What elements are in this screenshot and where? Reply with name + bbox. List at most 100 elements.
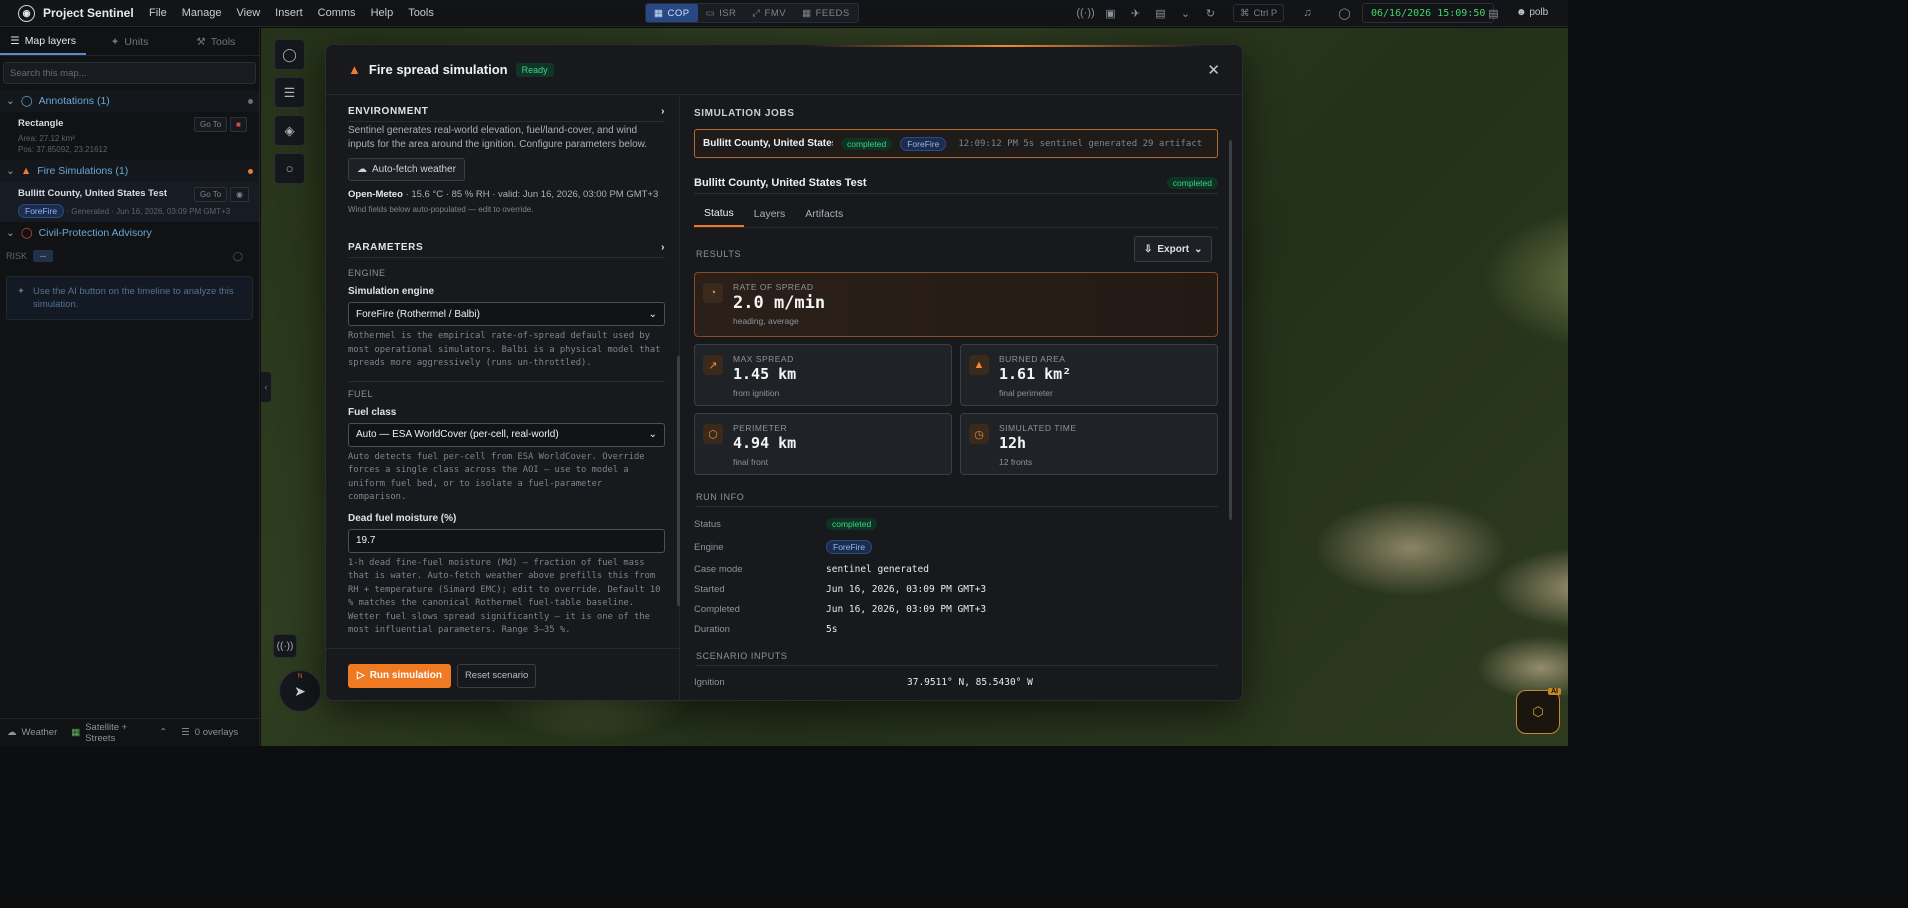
tab-layers[interactable]: Layers [744, 200, 796, 227]
username: polb [1529, 7, 1549, 18]
chat-icon[interactable]: ○ [274, 153, 305, 184]
detail-header: Bullitt County, United States Test compl… [694, 172, 1218, 194]
config-panel: ENVIRONMENT › Sentinel generates real-wor… [326, 96, 680, 700]
moisture-label: Dead fuel moisture (%) [348, 512, 457, 524]
annotations-header[interactable]: ⌄ ◯ Annotations (1) [0, 90, 259, 112]
eye-icon[interactable]: ◉ [230, 187, 249, 202]
stat-simulated-time: ◷ SIMULATED TIME 12h 12 fronts [960, 413, 1218, 475]
annotation-area: Area: 27.12 km² [18, 134, 75, 143]
parameters-section[interactable]: PARAMETERS › [348, 242, 665, 258]
layout-icon[interactable]: ▤ [1148, 4, 1173, 22]
chevron-down-icon: ⌄ [6, 227, 15, 239]
menu-file[interactable]: File [149, 7, 167, 19]
fire-simulations-header[interactable]: ⌄ ▲ Fire Simulations (1) [0, 160, 259, 182]
menu-tools[interactable]: Tools [408, 7, 434, 19]
camera-icon[interactable]: ▣ [1098, 4, 1123, 22]
weather-toggle[interactable]: ☁ Weather [0, 727, 64, 738]
command-palette-button[interactable]: ⌘ Ctrl P [1233, 4, 1285, 22]
run-simulation-button[interactable]: ▷ Run simulation [348, 663, 451, 688]
tab-artifacts[interactable]: Artifacts [795, 200, 853, 227]
run-info-title: RUN INFO [696, 492, 1218, 507]
tag-icon: ◯ [20, 95, 33, 107]
clock-icon: ◷ [969, 424, 989, 444]
tab-map-layers[interactable]: ☰ Map layers [0, 28, 87, 55]
flame-icon: ▲ [20, 165, 32, 177]
user-menu[interactable]: ☻ polb [1516, 7, 1548, 18]
broadcast-icon[interactable]: ((·)) [273, 634, 297, 658]
menu-insert[interactable]: Insert [275, 7, 303, 19]
tab-units[interactable]: ✦ Units [86, 28, 172, 55]
mode-switcher: ▦ COP ▭ ISR ⤢ FMV ▦ FEEDS [645, 3, 859, 23]
modal-header: ▲ Fire spread simulation Ready ✕ [326, 45, 1242, 95]
menu-view[interactable]: View [237, 7, 261, 19]
sliders-icon[interactable]: ☰ [274, 77, 305, 108]
job-row[interactable]: Bullitt County, United States... complet… [694, 129, 1218, 158]
mode-feeds[interactable]: ▦ FEEDS [794, 4, 858, 22]
brand[interactable]: ◉ Project Sentinel [0, 4, 138, 22]
mode-isr[interactable]: ▭ ISR [698, 4, 745, 22]
collapse-sidebar-handle[interactable]: ‹ [261, 372, 271, 402]
job-engine-badge: ForeFire [900, 136, 947, 151]
globe-icon[interactable]: ◯ [274, 39, 305, 70]
results-panel: SIMULATION JOBS Bullitt County, United S… [681, 96, 1242, 700]
results-scrollbar[interactable] [1229, 140, 1232, 520]
run-info-case-mode: Case mode sentinel generated [694, 563, 929, 575]
fire-sim-item[interactable]: Bullitt County, United States Test ForeF… [0, 182, 259, 222]
wind-note: Wind fields below auto-populated — edit … [348, 205, 534, 214]
layer-search-input[interactable]: Search this map... [3, 62, 256, 84]
menu-manage[interactable]: Manage [182, 7, 222, 19]
annotation-item[interactable]: Rectangle Area: 27.12 km² Pos: 37.85092,… [0, 112, 259, 160]
tag-icon[interactable]: ◈ [274, 115, 305, 146]
tab-status[interactable]: Status [694, 200, 744, 227]
fuel-select[interactable]: Auto — ESA WorldCover (per-cell, real-wo… [348, 422, 665, 447]
mode-cop[interactable]: ▦ COP [646, 4, 698, 22]
moisture-input[interactable]: 19.7 [348, 528, 665, 553]
engine-select[interactable]: ForeFire (Rothermel / Balbi) ⌄ [348, 302, 665, 326]
mode-fmv[interactable]: ⤢ FMV [744, 4, 794, 22]
goto-button[interactable]: Go To [194, 117, 228, 132]
book-icon[interactable]: ▤ [1481, 4, 1506, 22]
ai-button[interactable]: AI ⬡ [1516, 688, 1561, 734]
auto-fetch-weather-button[interactable]: ☁ Auto-fetch weather [348, 158, 465, 181]
close-icon[interactable]: ✕ [1207, 61, 1220, 79]
tab-tools[interactable]: ⚒ Tools [173, 28, 259, 55]
trash-icon[interactable]: ■ [230, 117, 247, 132]
ai-hint: ✦ Use the AI button on the timeline to a… [6, 276, 253, 320]
globe-icon[interactable]: ◯ [1332, 4, 1357, 22]
radio-signal-icon[interactable]: ((·)) [1073, 4, 1098, 22]
plane-icon[interactable]: ✈ [1123, 4, 1148, 22]
compass[interactable]: N ➤ [279, 670, 321, 712]
chevron-down-icon: ⌄ [648, 429, 657, 440]
fuel-label: Fuel class [348, 406, 397, 418]
refresh-icon[interactable]: ↻ [1198, 4, 1223, 22]
overlays-button[interactable]: ☰ 0 overlays [174, 727, 245, 738]
menu-help[interactable]: Help [371, 7, 394, 19]
cloud-icon: ☁ [357, 164, 367, 175]
modal-title: Fire spread simulation [368, 62, 508, 77]
advisory-header[interactable]: ⌄ ◯ Civil-Protection Advisory [0, 222, 259, 244]
config-scroll[interactable]: ENVIRONMENT › Sentinel generates real-wor… [348, 96, 665, 648]
goto-button[interactable]: Go To [194, 187, 228, 202]
sidebar-footer: ☁ Weather ▦ Satellite + Streets ⌃ ☰ 0 overla… [0, 718, 260, 746]
chevron-down-icon[interactable]: ⌄ [1173, 4, 1198, 22]
compass-needle-icon: ➤ [294, 682, 306, 699]
environment-desc: Sentinel generates real-world elevation,… [348, 125, 648, 150]
reset-scenario-button[interactable]: Reset scenario [456, 663, 537, 688]
basemap-select[interactable]: ▦ Satellite + Streets ⌃ [64, 722, 174, 744]
export-button[interactable]: ⇩ Export ⌄ [1134, 236, 1213, 262]
job-name: Bullitt County, United States... [703, 138, 833, 149]
environment-section[interactable]: ENVIRONMENT › [348, 106, 665, 122]
expand-icon: ⤢ [752, 7, 761, 19]
config-scrollbar[interactable] [677, 356, 680, 606]
status-dot [248, 98, 253, 104]
ai-hexagon-icon: ⬡ [1532, 704, 1544, 719]
download-icon: ⇩ [1144, 243, 1153, 255]
clock: 06/16/2026 15:09:50 [1362, 3, 1495, 23]
monitor-icon: ▭ [705, 7, 716, 19]
app-title: Project Sentinel [43, 6, 134, 20]
user-icon: ☻ [1516, 7, 1527, 18]
fuel-desc: Auto detects fuel per-cell from ESA Worl… [348, 451, 645, 503]
menu-comms[interactable]: Comms [318, 7, 356, 19]
bell-icon[interactable]: ♫ [1295, 4, 1320, 22]
play-icon: ▷ [357, 670, 365, 681]
